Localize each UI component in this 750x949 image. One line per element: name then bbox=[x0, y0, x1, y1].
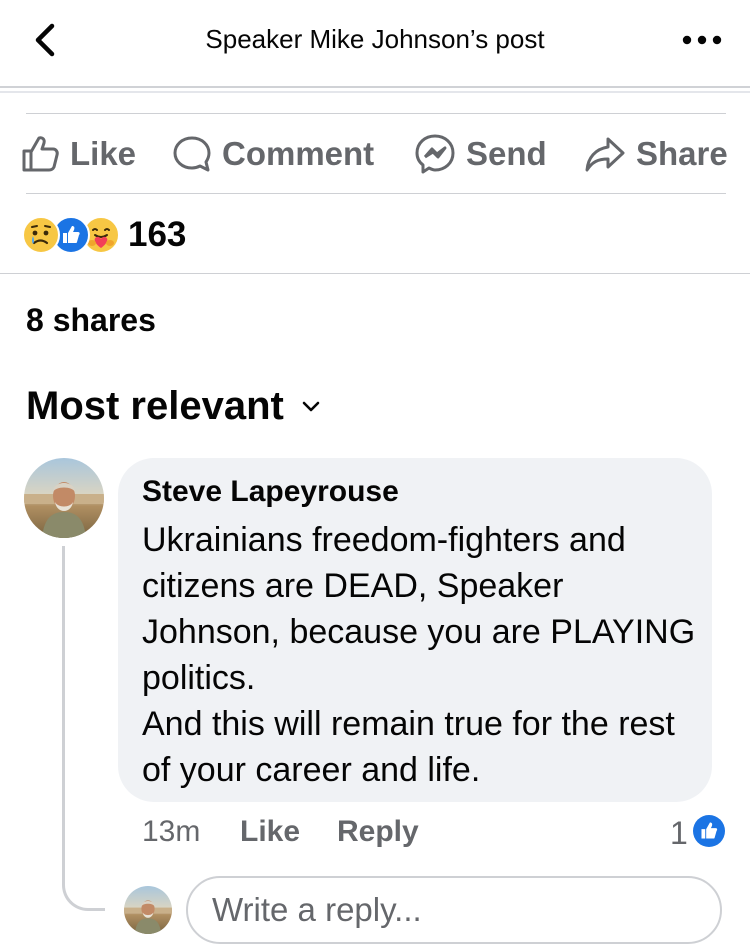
action-bar-bottom-divider bbox=[26, 193, 726, 194]
comment-text: Ukrainians freedom-fighters and citizens… bbox=[142, 521, 696, 789]
comment-timestamp: 13m bbox=[142, 815, 201, 848]
page-title: Speaker Mike Johnson’s post bbox=[205, 24, 545, 54]
share-arrow-icon bbox=[585, 137, 625, 172]
header-divider bbox=[0, 86, 750, 88]
comment-reply-button[interactable]: Reply bbox=[337, 815, 419, 849]
thumbs-up-icon bbox=[22, 136, 59, 172]
comment-like-count[interactable]: 1 bbox=[670, 815, 688, 852]
reactions-divider bbox=[0, 273, 750, 274]
like-reaction-icon bbox=[693, 815, 725, 847]
current-user-avatar bbox=[124, 886, 172, 934]
sad-reaction-icon bbox=[22, 216, 60, 254]
comment-like-button[interactable]: Like bbox=[240, 815, 300, 849]
like-button[interactable]: Like bbox=[20, 128, 136, 180]
send-button-label: Send bbox=[466, 135, 547, 172]
share-button[interactable]: Share bbox=[584, 128, 728, 180]
comment-sort-dropdown[interactable]: Most relevant bbox=[26, 384, 320, 429]
sort-label: Most relevant bbox=[26, 384, 284, 428]
header-divider-shadow bbox=[0, 91, 750, 93]
comment-button[interactable]: Comment bbox=[172, 128, 374, 180]
share-button-label: Share bbox=[636, 135, 728, 172]
more-options-button[interactable] bbox=[680, 26, 724, 54]
comment-bubble-icon bbox=[173, 136, 211, 172]
send-button[interactable]: Send bbox=[414, 128, 547, 180]
reactions-summary[interactable]: 163 bbox=[22, 212, 186, 258]
comment-button-label: Comment bbox=[222, 135, 375, 172]
like-button-label: Like bbox=[70, 135, 137, 172]
chevron-down-icon bbox=[302, 401, 320, 411]
avatar[interactable] bbox=[24, 458, 104, 538]
shares-count[interactable]: 8 shares bbox=[26, 302, 156, 339]
reaction-count: 163 bbox=[128, 215, 187, 254]
action-bar-top-divider bbox=[26, 113, 726, 114]
messenger-icon bbox=[415, 134, 455, 174]
more-horizontal-icon bbox=[682, 35, 722, 45]
reply-input[interactable] bbox=[186, 876, 722, 944]
comment-author[interactable]: Steve Lapeyrouse bbox=[142, 475, 399, 509]
thread-line bbox=[62, 546, 105, 911]
